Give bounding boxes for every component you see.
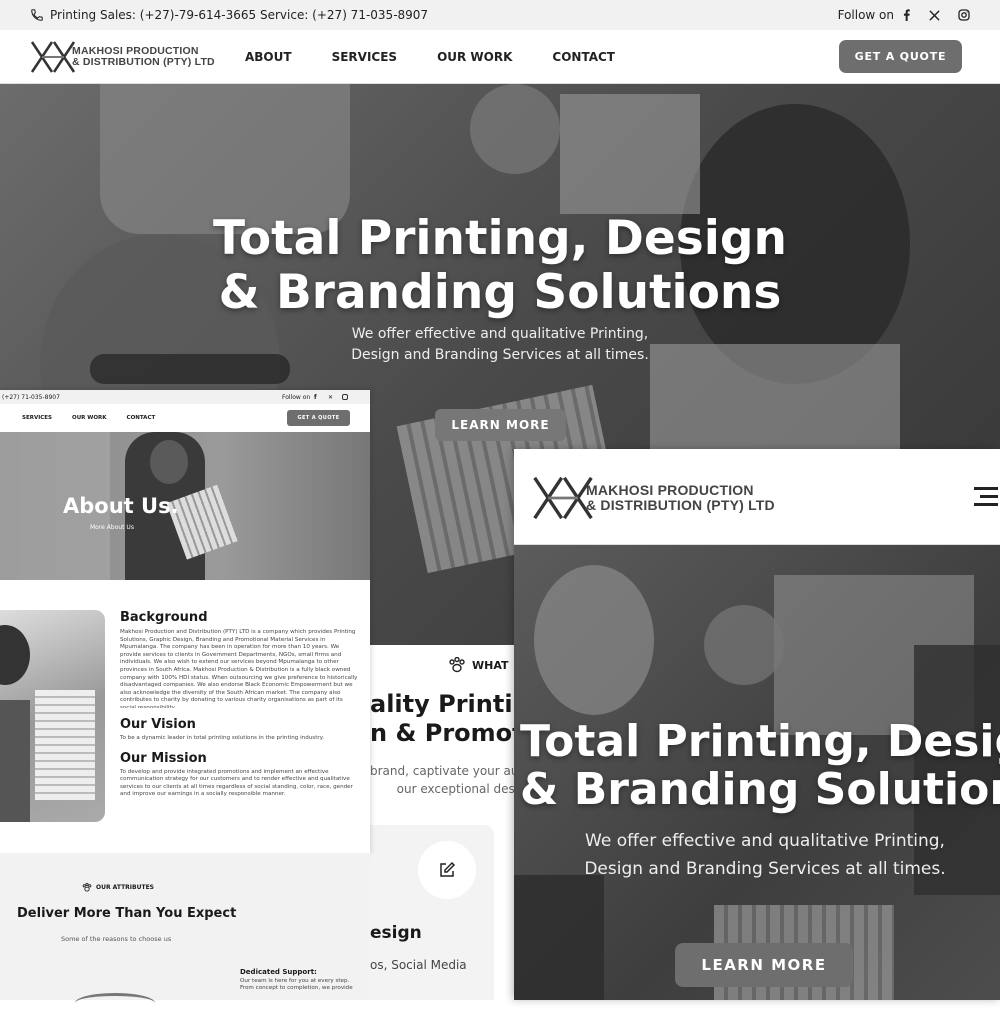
background-text: Makhosi Production and Distribution (PTY… <box>120 629 358 708</box>
contact-phones: Printing Sales: (+27)-79-614-3665 Servic… <box>30 8 428 22</box>
service-card-text: os, Social Media <box>370 958 467 972</box>
paw-icon <box>449 657 465 673</box>
mobile-hero-subtitle: We offer effective and qualitative Print… <box>584 831 946 879</box>
services-text: brand, captivate your audien our excepti… <box>370 762 514 798</box>
services-eyebrow-label: WHAT <box>472 658 509 672</box>
hero-title-line-1: Total Printing, Design <box>213 211 787 266</box>
about-more-link[interactable]: More About Us <box>90 524 134 531</box>
mobile-hero-title: Total Printing, Design & Branding Soluti… <box>520 718 1000 814</box>
about-title: About Us. <box>63 494 179 518</box>
services-eyebrow: WHAT <box>448 657 509 673</box>
logo-line-2: & DISTRIBUTION (PTY) LTD <box>72 56 215 68</box>
about-nav-menu: SERVICES OUR WORK CONTACT <box>22 415 155 421</box>
mobile-hero-title-line-2: & Branding Solutions <box>520 764 1000 815</box>
attribute-item-text-2: From concept to completion, we provide <box>240 985 353 991</box>
hero-title-line-2: & Branding Solutions <box>218 265 782 320</box>
mobile-logo-mark <box>532 475 594 521</box>
hero-title: Total Printing, Design & Branding Soluti… <box>0 212 1000 320</box>
social-follow: Follow on <box>838 8 970 22</box>
hero-subtitle: We offer effective and qualitative Print… <box>351 326 649 363</box>
logo-mark <box>30 40 76 74</box>
nav-menu: ABOUT SERVICES OUR WORK CONTACT <box>245 30 615 84</box>
facebook-icon[interactable] <box>902 9 911 21</box>
about-get-quote-button[interactable]: GET A QUOTE <box>287 410 350 426</box>
mobile-screenshot: MAKHOSI PRODUCTION & DISTRIBUTION (PTY) … <box>514 449 1000 1000</box>
services-text-line-1: brand, captivate your audien <box>370 764 514 778</box>
attributes-heading: Deliver More Than You Expect <box>17 906 237 921</box>
learn-more-button[interactable]: LEARN MORE <box>435 409 566 441</box>
about-team-photo <box>0 610 105 822</box>
about-hero: About Us. More About Us <box>0 432 370 580</box>
about-top-bar: (+27) 71-035-8907 Follow on f ✕ <box>0 390 370 404</box>
about-nav-our-work[interactable]: OUR WORK <box>72 415 107 421</box>
mobile-learn-more-button[interactable]: LEARN MORE <box>675 943 853 987</box>
services-heading: ality Printin n & Promot <box>370 690 514 748</box>
about-instagram-icon[interactable] <box>342 394 348 400</box>
edit-icon <box>440 861 456 877</box>
get-quote-button[interactable]: GET A QUOTE <box>839 40 962 73</box>
service-card[interactable]: esign os, Social Media <box>370 825 494 1000</box>
service-card-icon-circle <box>418 841 476 899</box>
about-x-icon[interactable]: ✕ <box>328 394 333 401</box>
attribute-item-text-1: Our team is here for you at every step. <box>240 978 350 984</box>
mobile-logo-line-2: & DISTRIBUTION (PTY) LTD <box>586 497 775 513</box>
attribute-item-support: Dedicated Support: Our team is here for … <box>240 968 365 991</box>
top-info-bar: Printing Sales: (+27)-79-614-3665 Servic… <box>0 0 1000 30</box>
company-logo[interactable]: MAKHOSI PRODUCTION & DISTRIBUTION (PTY) … <box>30 40 215 74</box>
nav-item-about[interactable]: ABOUT <box>245 50 292 64</box>
hamburger-menu-icon[interactable] <box>972 487 1000 507</box>
attributes-section: OUR ATTRIBUTES Deliver More Than You Exp… <box>0 853 370 1000</box>
mission-text: To develop and provide integrated promot… <box>120 768 353 798</box>
attributes-eyebrow-label: OUR ATTRIBUTES <box>96 884 154 891</box>
mobile-nav: MAKHOSI PRODUCTION & DISTRIBUTION (PTY) … <box>514 449 1000 545</box>
about-page-screenshot: (+27) 71-035-8907 Follow on f ✕ SERVICES… <box>0 390 370 853</box>
mobile-logo-line-1: MAKHOSI PRODUCTION <box>586 482 754 499</box>
about-facebook-icon[interactable]: f <box>314 394 317 401</box>
services-text-line-2: our exceptional design <box>396 782 514 796</box>
vision-heading: Our Vision <box>120 717 196 732</box>
phone-numbers: Printing Sales: (+27)-79-614-3665 Servic… <box>50 8 429 22</box>
instagram-icon[interactable] <box>958 9 970 21</box>
follow-label: Follow on <box>837 8 894 22</box>
services-heading-line-2: n & Promot <box>370 719 514 747</box>
service-card-title: esign <box>370 923 422 943</box>
services-section-partial: WHAT ality Printin n & Promot brand, cap… <box>370 645 514 1000</box>
nav-item-our-work[interactable]: OUR WORK <box>437 50 512 64</box>
nav-item-services[interactable]: SERVICES <box>332 50 397 64</box>
about-nav-services[interactable]: SERVICES <box>22 415 52 421</box>
about-text-block: Background Makhosi Production and Distri… <box>120 610 360 799</box>
logo-text: MAKHOSI PRODUCTION & DISTRIBUTION (PTY) … <box>72 45 215 68</box>
about-nav-contact[interactable]: CONTACT <box>127 415 156 421</box>
attribute-item-title: Dedicated Support: <box>240 968 317 976</box>
paw-small-icon <box>82 883 92 892</box>
services-heading-line-1: ality Printin <box>370 690 514 718</box>
main-navigation: MAKHOSI PRODUCTION & DISTRIBUTION (PTY) … <box>0 30 1000 84</box>
about-phone: (+27) 71-035-8907 <box>2 393 60 401</box>
attributes-sub: Some of the reasons to choose us <box>61 935 172 943</box>
mobile-company-logo[interactable]: MAKHOSI PRODUCTION & DISTRIBUTION (PTY) … <box>532 475 775 521</box>
mobile-hero-title-line-1: Total Printing, Design <box>520 716 1000 767</box>
background-heading: Background <box>120 610 208 625</box>
mobile-logo-text: MAKHOSI PRODUCTION & DISTRIBUTION (PTY) … <box>586 483 775 512</box>
phone-icon <box>31 9 43 21</box>
mission-heading: Our Mission <box>120 750 207 766</box>
attributes-eyebrow: OUR ATTRIBUTES <box>82 883 154 892</box>
x-twitter-icon[interactable] <box>929 9 940 21</box>
attribute-graphic <box>75 993 155 1013</box>
nav-item-contact[interactable]: CONTACT <box>552 50 615 64</box>
about-follow-label: Follow on <box>282 393 311 401</box>
vision-text: To be a dynamic leader in total printing… <box>120 735 324 741</box>
